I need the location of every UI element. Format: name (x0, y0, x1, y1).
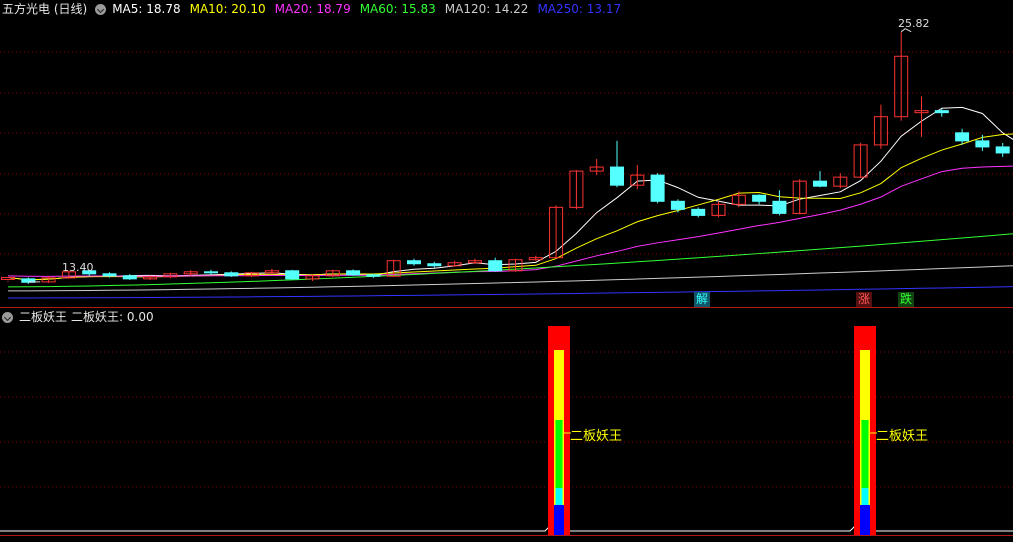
candle-down (995, 146, 1010, 154)
ma10-label: MA10: 20.10 (189, 2, 266, 16)
ma20-label: MA20: 18.79 (274, 2, 351, 16)
moving-average-lines (7, 106, 1013, 299)
signal-bar-green (555, 420, 563, 488)
low-price-label: 13.40 (62, 261, 94, 274)
candle-down (427, 263, 442, 267)
ma10-line (7, 133, 1013, 281)
indicator-annotation-1: 二板妖王 (570, 429, 623, 444)
candle-down (610, 166, 624, 186)
ma120-label: MA120: 14.22 (444, 2, 529, 16)
candle-down (285, 270, 300, 280)
candle-down (102, 273, 117, 277)
candle-down (934, 110, 949, 114)
chevron-down-icon[interactable] (95, 3, 107, 15)
candle-down (204, 271, 218, 274)
indicator-pane (0, 326, 1013, 535)
candle-down (752, 194, 767, 202)
candle-down (691, 208, 706, 216)
candle-down (346, 270, 361, 276)
ma250-label: MA250: 13.17 (537, 2, 622, 16)
high-price-label: 25.82 (898, 17, 930, 30)
candle-down (772, 200, 787, 214)
ma5-label: MA5: 18.78 (112, 2, 181, 16)
candle-down (488, 260, 503, 272)
candle-down (670, 200, 685, 210)
candle-down (224, 272, 239, 277)
candle-down (975, 140, 990, 148)
kline-chart[interactable] (0, 0, 1013, 542)
marker-up[interactable]: 涨 (856, 292, 873, 307)
indicator-annotation-2: 二板妖王 (876, 429, 929, 444)
ma5-line (7, 106, 1013, 281)
stock-title: 五方光电 (日线) (2, 2, 88, 16)
indicator-value: 二板妖王: 0.00 (71, 310, 154, 324)
candle-down (407, 260, 421, 265)
candle-down (955, 132, 970, 142)
signal-bar-blue (554, 505, 564, 535)
indicator-name: 二板妖王 (19, 310, 68, 324)
candle-down (122, 275, 137, 280)
marker-unlock[interactable]: 解 (694, 292, 711, 307)
marker-down[interactable]: 跌 (898, 292, 915, 307)
signal-bar-cyan (861, 488, 869, 505)
candle-down (650, 174, 665, 202)
signal-bar-cyan (555, 488, 563, 505)
chevron-down-icon[interactable] (2, 311, 13, 323)
ma60-label: MA60: 15.83 (359, 2, 436, 16)
candle-down (366, 274, 381, 277)
signal-bar-green (861, 420, 869, 488)
signal-bar-blue (860, 505, 870, 535)
main-legend: 五方光电 (日线) MA5: 18.78 MA10: 20.10 MA20: 1… (2, 1, 630, 17)
candle-down (813, 180, 827, 187)
indicator-legend: 二板妖王 二板妖王: 0.00 (2, 309, 158, 325)
